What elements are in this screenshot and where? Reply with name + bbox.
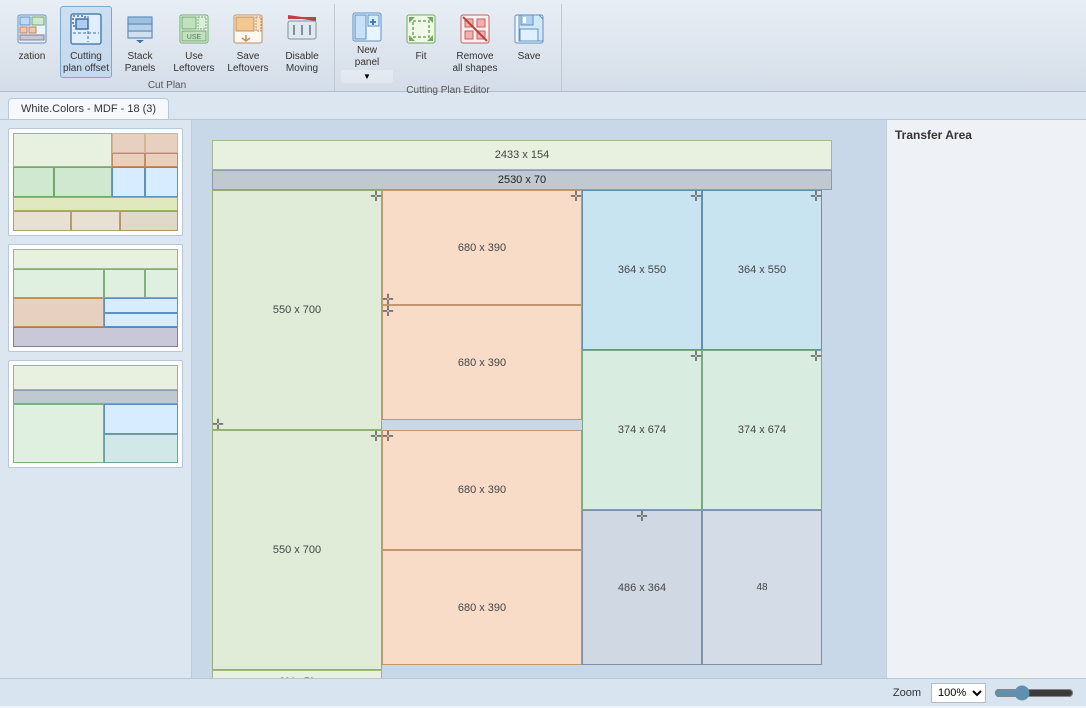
panel-364-550-2[interactable]: ✛ 364 x 550: [702, 190, 822, 350]
move-handle-bl[interactable]: ✛: [213, 419, 223, 429]
toolbar: zation Cuttingplan offset: [0, 0, 1086, 92]
save-icon: [511, 11, 547, 47]
new-panel-button[interactable]: New panel ▼: [341, 6, 393, 83]
move-handle-tr[interactable]: ✛: [691, 191, 701, 201]
thumbnail-3[interactable]: [8, 360, 183, 468]
zation-icon: [14, 11, 50, 47]
move-handle-tr[interactable]: ✛: [811, 191, 821, 201]
remove-all-shapes-button[interactable]: Removeall shapes: [449, 6, 501, 78]
cutting-plan-offset-button[interactable]: Cuttingplan offset: [60, 6, 112, 78]
panel-374-674-2[interactable]: ✛ 374 x 674: [702, 350, 822, 510]
cut-plan-group: zation Cuttingplan offset: [0, 4, 335, 91]
move-handle-tr[interactable]: ✛: [691, 351, 701, 361]
new-panel-label: New panel: [344, 45, 390, 69]
panel-374-674-1-label: 374 x 674: [618, 424, 666, 436]
panel-364-550-2-label: 364 x 550: [738, 264, 786, 276]
new-panel-dropdown[interactable]: ▼: [341, 70, 393, 83]
thumbnail-2[interactable]: [8, 244, 183, 352]
main-area: 2433 x 154 2530 x 70 ✛ ✛ 550 x 700 ✛ ✛ 6…: [0, 120, 1086, 678]
cutting-plan-editor-group: New panel ▼ Fit: [335, 4, 562, 91]
cutting-plan-offset-icon: [68, 11, 104, 47]
transfer-area-panel: Transfer Area: [886, 120, 1086, 678]
zation-label: zation: [19, 51, 46, 63]
panel-374-674-1[interactable]: ✛ 374 x 674: [582, 350, 702, 510]
panel-680-390-3-label: 680 x 390: [458, 484, 506, 496]
panel-364-70[interactable]: ✛ 364 x 70: [212, 670, 382, 678]
move-handle-tl[interactable]: ✛: [383, 306, 393, 316]
left-panel: [0, 120, 192, 678]
new-panel-icon: [351, 11, 383, 43]
fit-button[interactable]: Fit: [395, 6, 447, 70]
use-leftovers-button[interactable]: USE UseLeftovers: [168, 6, 220, 78]
thumbnail-1[interactable]: [8, 128, 183, 236]
panel-680-390-1[interactable]: ✛ ✛ 680 x 390: [382, 190, 582, 305]
mid-strip-panel: 2530 x 70: [212, 170, 832, 190]
move-handle-tr[interactable]: ✛: [811, 351, 821, 361]
stack-panels-label: StackPanels: [125, 51, 156, 75]
move-handle-tc[interactable]: ✛: [637, 511, 647, 521]
panel-48[interactable]: 48: [702, 510, 822, 665]
top-strip-panel: 2433 x 154: [212, 140, 832, 170]
panel-680-390-2[interactable]: ✛ 680 x 390: [382, 305, 582, 420]
panel-364-550-1-label: 364 x 550: [618, 264, 666, 276]
zation-button[interactable]: zation: [6, 6, 58, 70]
remove-all-shapes-label: Removeall shapes: [452, 51, 497, 75]
panel-364-70-label: 364 x 70: [280, 676, 315, 678]
panel-486-364-label: 486 x 364: [618, 582, 666, 594]
panel-374-674-2-label: 374 x 674: [738, 424, 786, 436]
save-button[interactable]: Save: [503, 6, 555, 70]
fit-label: Fit: [415, 51, 426, 63]
canvas-area: 2433 x 154 2530 x 70 ✛ ✛ 550 x 700 ✛ ✛ 6…: [192, 120, 886, 678]
panel-680-390-2-label: 680 x 390: [458, 357, 506, 369]
remove-all-shapes-icon: [457, 11, 493, 47]
top-strip-label: 2433 x 154: [495, 149, 549, 161]
panel-550-700-bot-label: 550 x 700: [273, 544, 321, 556]
panel-364-550-1[interactable]: ✛ 364 x 550: [582, 190, 702, 350]
status-bar: Zoom 100% 50% 75% 125% 150% 200%: [0, 678, 1086, 706]
save-label: Save: [518, 51, 541, 63]
panel-680-390-4-label: 680 x 390: [458, 602, 506, 614]
cutting-canvas: 2433 x 154 2530 x 70 ✛ ✛ 550 x 700 ✛ ✛ 6…: [212, 140, 866, 648]
use-leftovers-label: UseLeftovers: [173, 51, 214, 75]
move-handle-tl[interactable]: ✛: [383, 431, 393, 441]
cutting-plan-editor-group-label: Cutting Plan Editor: [341, 83, 555, 96]
disable-moving-button[interactable]: DisableMoving: [276, 6, 328, 78]
panel-550-700-top[interactable]: ✛ ✛ 550 x 700: [212, 190, 382, 430]
panel-680-390-3[interactable]: ✛ 680 x 390: [382, 430, 582, 550]
disable-moving-icon: [284, 11, 320, 47]
panel-48-label: 48: [756, 582, 767, 593]
svg-text:USE: USE: [187, 34, 202, 41]
tab-bar: White.Colors - MDF - 18 (3): [0, 92, 1086, 120]
panel-680-390-1-label: 680 x 390: [458, 242, 506, 254]
use-leftovers-icon: USE: [176, 11, 212, 47]
panel-550-700-top-label: 550 x 700: [273, 304, 321, 316]
fit-icon: [403, 11, 439, 47]
save-leftovers-label: SaveLeftovers: [227, 51, 268, 75]
cut-plan-group-label: Cut Plan: [6, 78, 328, 91]
panel-680-390-4[interactable]: 680 x 390: [382, 550, 582, 665]
stack-panels-icon: [122, 11, 158, 47]
tab-white-colors[interactable]: White.Colors - MDF - 18 (3): [8, 98, 169, 119]
zoom-slider[interactable]: [994, 685, 1074, 701]
panel-486-364[interactable]: ✛ 486 x 364: [582, 510, 702, 665]
save-leftovers-icon: [230, 11, 266, 47]
move-handle-tr[interactable]: ✛: [571, 191, 581, 201]
panel-550-700-bot[interactable]: ✛ 550 x 700: [212, 430, 382, 670]
disable-moving-label: DisableMoving: [285, 51, 318, 75]
cutting-plan-offset-label: Cuttingplan offset: [63, 51, 109, 75]
zoom-select[interactable]: 100% 50% 75% 125% 150% 200%: [931, 683, 986, 703]
transfer-area-label: Transfer Area: [895, 128, 1078, 142]
stack-panels-button[interactable]: StackPanels: [114, 6, 166, 78]
save-leftovers-button[interactable]: SaveLeftovers: [222, 6, 274, 78]
mid-strip-label: 2530 x 70: [498, 174, 546, 186]
zoom-label: Zoom: [893, 687, 921, 699]
move-handle-tr[interactable]: ✛: [371, 431, 381, 441]
move-handle-tr[interactable]: ✛: [371, 191, 381, 201]
